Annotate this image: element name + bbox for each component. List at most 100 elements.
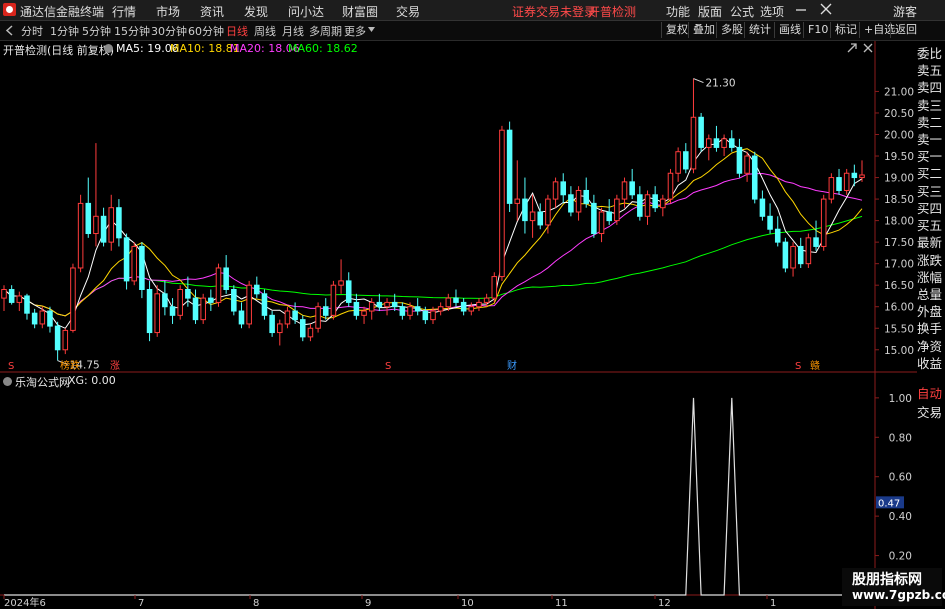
candle-body [169, 306, 176, 316]
candle-body [675, 151, 681, 174]
menu-formula[interactable]: 公式 [730, 3, 754, 20]
candle-body [790, 245, 796, 269]
kline-chart-area[interactable]: 15.00 15.50 16.00 16.50 17.00 17.50 18.00 18.50… [0, 41, 917, 609]
candle-body [116, 207, 122, 239]
candle-body [330, 284, 337, 316]
candle-body [483, 297, 490, 303]
multi-stock-button[interactable]: 多股 [716, 22, 747, 38]
back-arrow-icon[interactable] [4, 25, 14, 36]
candle-body [736, 146, 743, 174]
tab-more[interactable]: 更多 [344, 23, 366, 39]
auto-trade-tab[interactable]: 自动 [917, 383, 945, 404]
tab-1min[interactable]: 1分钟 [50, 23, 79, 39]
candle-body [575, 189, 582, 213]
candle-body [751, 155, 758, 200]
f10-button[interactable]: F10 [803, 22, 832, 38]
menu-ask[interactable]: 问小达 [288, 3, 324, 20]
candle-body [361, 310, 367, 316]
candle-body [529, 211, 536, 222]
candle-body [384, 301, 390, 308]
candle-body [338, 280, 344, 286]
candle-body [445, 297, 452, 308]
menu-trade[interactable]: 交易 [396, 3, 420, 20]
menu-function[interactable]: 功能 [666, 3, 690, 20]
y-tick-label: 19.00 [884, 173, 914, 185]
candle-body [460, 301, 467, 312]
tab-monthly[interactable]: 月线 [282, 23, 304, 39]
candle-body [16, 295, 23, 303]
minimize-icon[interactable] [795, 4, 807, 16]
candle-body [767, 215, 773, 230]
login-status[interactable]: 证券交易未登录 [512, 3, 596, 20]
candle-body [820, 198, 827, 247]
tab-15min[interactable]: 15分钟 [114, 23, 150, 39]
candle-body [606, 211, 612, 222]
candle-body [8, 289, 15, 303]
x-tick-label: 2024年6 [4, 596, 46, 609]
candle-body [713, 138, 720, 148]
menu-options[interactable]: 选项 [760, 3, 784, 20]
candle-body [476, 301, 482, 308]
candle-body [345, 280, 352, 303]
stats-button[interactable]: 统计 [744, 22, 775, 38]
tab-timeshare[interactable]: 分时 [21, 23, 43, 39]
close-icon[interactable] [820, 3, 832, 15]
overlay-button[interactable]: 叠加 [688, 22, 719, 38]
candle-body [805, 237, 812, 265]
menu-wealth[interactable]: 财富圈 [342, 3, 378, 20]
y-tick-label: 21.00 [884, 86, 914, 98]
candle-body [491, 276, 498, 299]
menu-layout[interactable]: 版面 [698, 3, 722, 20]
candle-body [759, 198, 766, 217]
sub-y-tick-label: 0.40 [889, 511, 912, 523]
candle-body [131, 245, 138, 282]
event-marker: S [385, 361, 391, 372]
menu-discover[interactable]: 发现 [244, 3, 268, 20]
x-tick-label: 12 [658, 598, 671, 609]
candle-body [376, 301, 383, 308]
candle-body [307, 327, 314, 338]
candle-body [728, 138, 735, 148]
candle-body [437, 306, 444, 312]
quote-earnings-label: 收益 [917, 355, 943, 371]
y-tick-label: 15.00 [884, 345, 914, 357]
candle-body [614, 198, 620, 222]
x-tick-label: 11 [555, 598, 568, 609]
candle-body [537, 211, 544, 226]
menu-quotes[interactable]: 行情 [112, 3, 136, 20]
candle-body [591, 202, 597, 235]
candle-body [93, 215, 99, 235]
ma5-line [3, 137, 863, 329]
back-button[interactable]: 返回 [890, 22, 921, 38]
watermark-url: www.7gpzb.com [852, 588, 945, 602]
app-title: 通达信金融终端 [20, 5, 105, 19]
trade-tab[interactable]: 交易 [917, 402, 945, 423]
candle-body [54, 325, 61, 351]
candle-body [192, 297, 199, 321]
x-tick-label: 8 [253, 598, 259, 609]
x-tick-label: 1 [770, 598, 776, 609]
tab-daily[interactable]: 日线 [226, 23, 248, 39]
candle-body [1, 289, 7, 299]
chevron-down-icon[interactable] [368, 27, 375, 33]
candle-body [560, 181, 567, 196]
candle-body [47, 310, 53, 327]
tab-5min[interactable]: 5分钟 [82, 23, 111, 39]
candle-body [24, 295, 30, 314]
candle-body [698, 116, 704, 148]
tab-weekly[interactable]: 周线 [254, 23, 276, 39]
menu-market[interactable]: 市场 [156, 3, 180, 20]
menu-news[interactable]: 资讯 [200, 3, 224, 20]
candle-body [851, 172, 858, 179]
user-name[interactable]: 游客 [893, 3, 917, 20]
tab-60min[interactable]: 60分钟 [188, 23, 224, 39]
candle-body [100, 215, 107, 243]
tab-multi-period[interactable]: 多周期 [309, 23, 342, 39]
candle-body [254, 284, 260, 295]
candle-body [721, 138, 727, 148]
formula-name: 开普检测 [588, 5, 637, 19]
mark-button[interactable]: 标记 [830, 22, 861, 38]
candle-body [514, 198, 521, 204]
draw-line-button[interactable]: 画线 [774, 22, 805, 38]
tab-30min[interactable]: 30分钟 [151, 23, 187, 39]
